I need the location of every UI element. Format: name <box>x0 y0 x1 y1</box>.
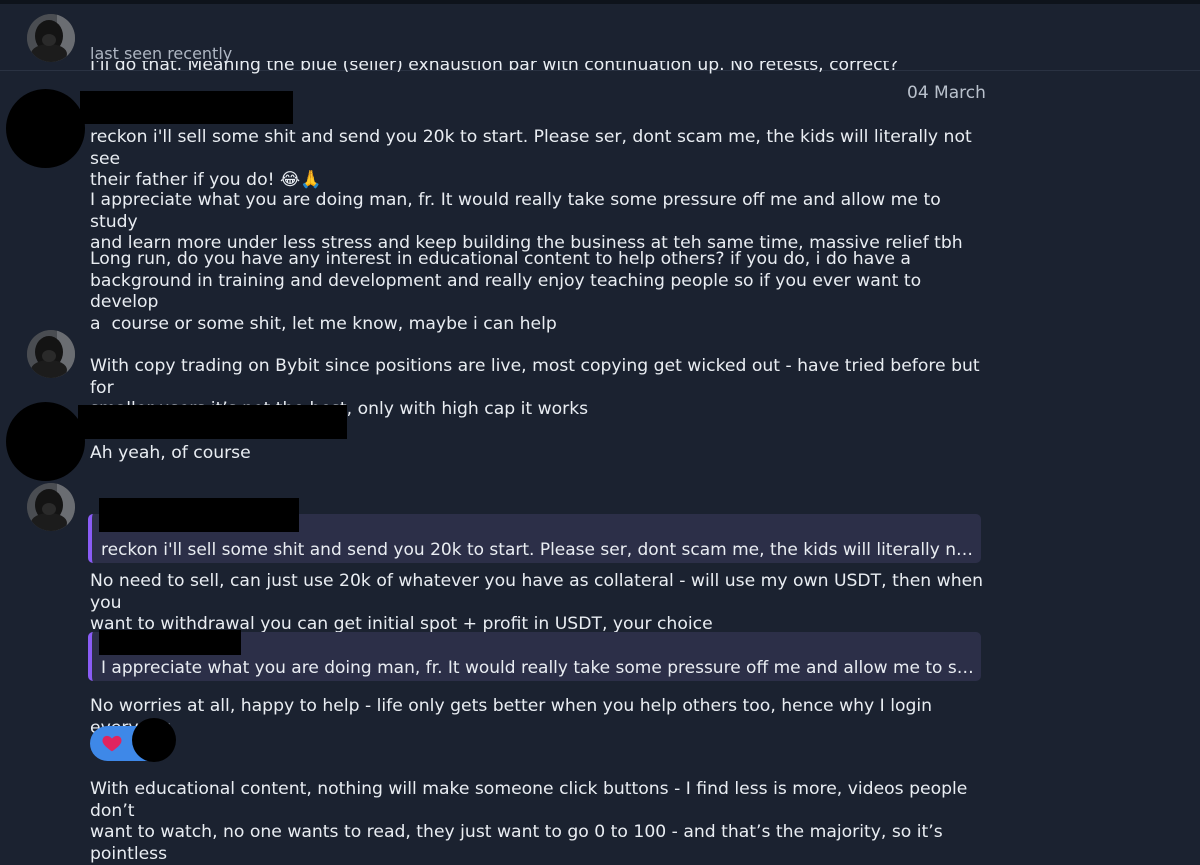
date-separator: 04 March <box>907 83 986 103</box>
reaction-badge[interactable] <box>90 718 176 762</box>
message-text: No worries at all, happy to help - life … <box>90 696 933 738</box>
quoted-sender-redacted <box>99 498 299 532</box>
contact-avatar[interactable] <box>27 483 75 531</box>
sender-avatar-redacted[interactable] <box>6 89 85 168</box>
gorilla-avatar-icon <box>27 14 75 62</box>
gorilla-avatar-icon <box>27 483 75 531</box>
previous-message-cut: I'll do that. Meaning the blue (seller) … <box>90 61 899 75</box>
quoted-sender-redacted <box>99 630 241 655</box>
sender-name-redacted <box>80 91 293 124</box>
reactor-avatar-redacted[interactable] <box>132 718 176 762</box>
message-text: Ah yeah, of course <box>90 443 251 463</box>
heart-icon <box>102 735 122 752</box>
contact-avatar[interactable] <box>27 14 75 62</box>
message-text: Long run, do you have any interest in ed… <box>90 249 922 334</box>
quoted-text: reckon i'll sell some shit and send you … <box>101 540 976 560</box>
message-text: reckon i'll sell some shit and send you … <box>90 127 972 190</box>
message-text: With educational content, nothing will m… <box>90 779 968 864</box>
message-text: I appreciate what you are doing man, fr.… <box>90 190 963 253</box>
message-text: No need to sell, can just use 20k of wha… <box>90 571 984 634</box>
contact-avatar[interactable] <box>27 330 75 378</box>
sender-avatar-redacted[interactable] <box>6 402 85 481</box>
gorilla-avatar-icon <box>27 330 75 378</box>
sender-name-redacted <box>78 405 347 439</box>
quoted-text: I appreciate what you are doing man, fr.… <box>101 658 976 678</box>
